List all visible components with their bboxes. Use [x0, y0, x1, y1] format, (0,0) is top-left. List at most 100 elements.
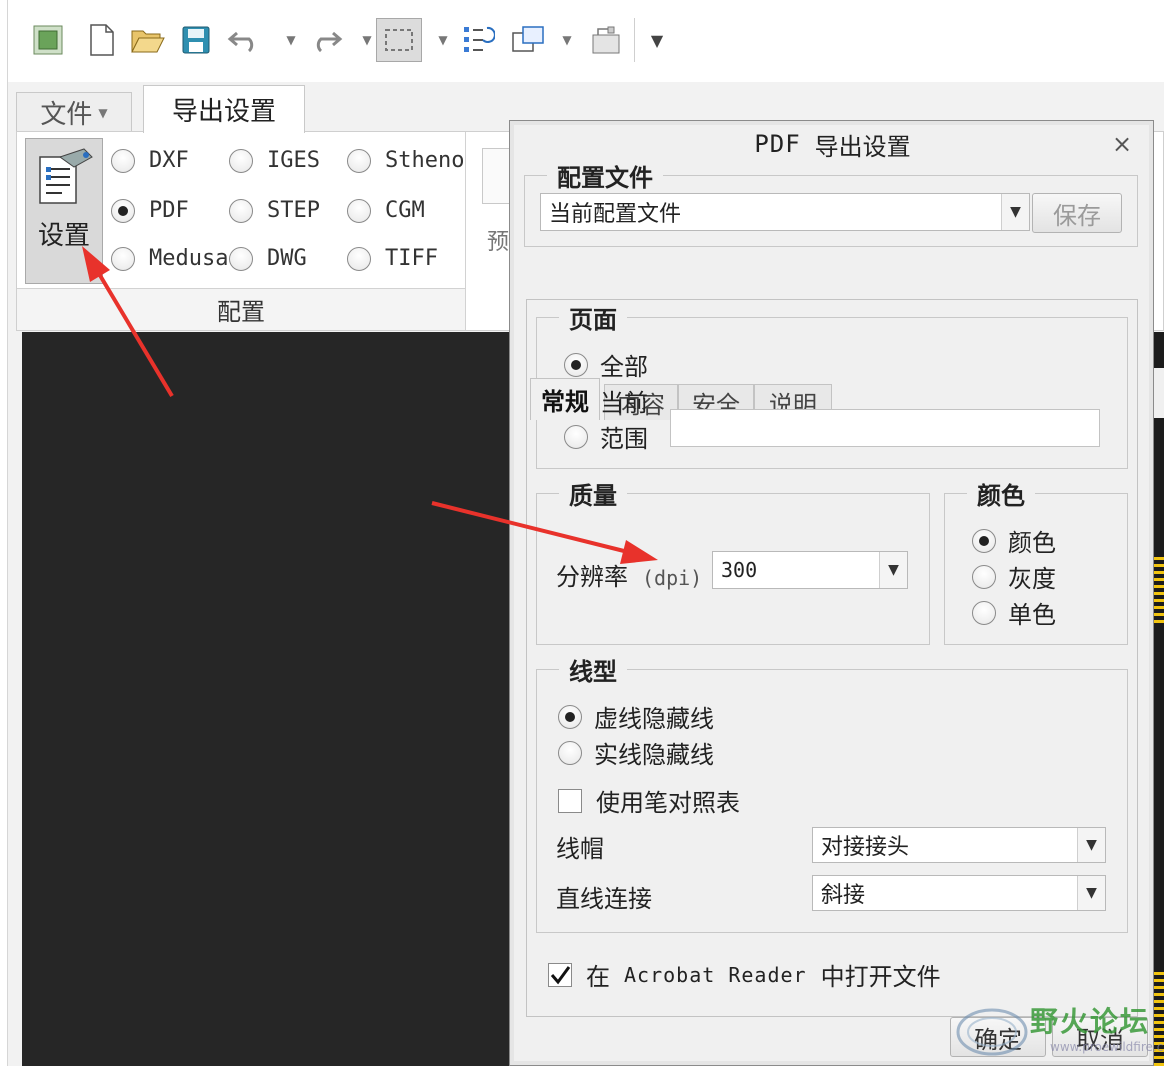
window-switch-icon[interactable]: [510, 18, 546, 62]
format-dxf[interactable]: DXF: [111, 148, 189, 173]
preview-icon[interactable]: [482, 148, 512, 204]
format-cgm[interactable]: CGM: [347, 198, 425, 223]
reader-app-name: Acrobat Reader: [624, 962, 807, 987]
quality-group-title: 质量: [559, 476, 627, 511]
ribbon-group-separator: [465, 132, 466, 330]
redo-dropdown-icon[interactable]: ▼: [360, 18, 374, 62]
line-join-value: 斜接: [821, 883, 866, 908]
new-file-icon[interactable]: [84, 18, 120, 62]
close-icon[interactable]: ×: [1107, 129, 1137, 159]
line-cap-label: 线帽: [556, 835, 604, 863]
radio-selected-icon: [972, 528, 996, 553]
format-tiff[interactable]: TIFF: [347, 246, 438, 271]
radio-icon: [564, 424, 588, 449]
pen-table-checkbox[interactable]: 使用笔对照表: [558, 783, 740, 818]
option-label: 当前: [600, 389, 648, 417]
settings-button[interactable]: 设置: [25, 138, 103, 284]
toolbar-separator: [634, 18, 635, 62]
dashed-hidden-radio[interactable]: 虚线隐藏线: [558, 699, 714, 734]
chevron-down-icon[interactable]: ▼: [879, 552, 907, 588]
tab-export-settings[interactable]: 导出设置: [143, 85, 305, 133]
ribbon-group-label: 配置: [17, 288, 465, 330]
window-edge: [0, 0, 8, 1066]
color-group-title: 颜色: [967, 476, 1035, 511]
format-pdf[interactable]: PDF: [111, 198, 189, 223]
dpi-select[interactable]: 300 ▼: [712, 551, 908, 589]
redo-icon[interactable]: [308, 18, 344, 62]
color-mono-radio[interactable]: 单色: [972, 595, 1056, 630]
option-label: 实线隐藏线: [594, 741, 714, 769]
option-label: 单色: [1008, 601, 1056, 629]
radio-icon: [229, 198, 253, 223]
radio-icon: [558, 740, 582, 765]
pages-group-title: 页面: [559, 300, 627, 335]
resolution-label: 分辨率 (dpi): [556, 557, 702, 592]
radio-selected-icon: [111, 198, 135, 223]
line-cap-select[interactable]: 对接接头 ▼: [812, 827, 1106, 863]
resolution-text: 分辨率: [556, 563, 628, 591]
settings-icon: [39, 148, 93, 204]
format-medusa[interactable]: Medusa: [111, 246, 228, 271]
watermark-logo-icon: [956, 1008, 1028, 1056]
line-join-select[interactable]: 斜接 ▼: [812, 875, 1106, 911]
radio-icon: [229, 148, 253, 173]
chevron-down-icon[interactable]: ▼: [1001, 194, 1029, 230]
more-icon[interactable]: ▼: [650, 18, 664, 62]
pdf-export-dialog: PDF 导出设置 × 配置文件 当前配置文件 ▼ 保存 常规 内容 安全 说明 …: [509, 120, 1154, 1066]
chevron-down-icon[interactable]: ▼: [1077, 828, 1105, 862]
option-label: 全部: [600, 353, 648, 381]
tab-file-label: 文件: [40, 100, 93, 130]
format-iges[interactable]: IGES: [229, 148, 320, 173]
settings-label: 设置: [37, 221, 90, 251]
option-label: 灰度: [1008, 565, 1056, 593]
profile-value: 当前配置文件: [549, 202, 682, 227]
format-label: CGM: [385, 198, 425, 223]
undo-icon[interactable]: [226, 18, 262, 62]
format-dwg[interactable]: DWG: [229, 246, 307, 271]
tab-general[interactable]: 常规: [530, 378, 600, 420]
tab-file[interactable]: 文件 ▼: [16, 92, 132, 132]
regenerate-icon[interactable]: [460, 18, 496, 62]
radio-icon: [111, 148, 135, 173]
format-label: DXF: [149, 148, 189, 173]
open-folder-icon[interactable]: [130, 18, 166, 62]
dpi-value: 300: [721, 558, 758, 582]
checkmark-icon: [548, 962, 572, 987]
pages-range-radio[interactable]: 范围: [564, 419, 648, 454]
format-step[interactable]: STEP: [229, 198, 320, 223]
profile-select[interactable]: 当前配置文件 ▼: [540, 193, 1030, 231]
radio-selected-icon: [564, 352, 588, 377]
undo-dropdown-icon[interactable]: ▼: [284, 18, 298, 62]
option-label: 使用笔对照表: [596, 789, 740, 817]
solid-hidden-radio[interactable]: 实线隐藏线: [558, 735, 714, 770]
select-dropdown-icon[interactable]: ▼: [436, 18, 450, 62]
pages-all-radio[interactable]: 全部: [564, 347, 648, 382]
format-label: IGES: [267, 148, 320, 173]
chevron-down-icon[interactable]: ▼: [1077, 876, 1105, 910]
watermark: 野火论坛 www.proewildfire.cn: [952, 998, 1164, 1066]
save-profile-label: 保存: [1053, 201, 1101, 230]
format-stheno[interactable]: Stheno: [347, 148, 464, 173]
window-icon[interactable]: [30, 18, 66, 62]
dialog-title-prefix: PDF: [754, 130, 801, 158]
color-grayscale-radio[interactable]: 灰度: [972, 559, 1056, 594]
dialog-title: 导出设置: [814, 132, 911, 161]
watermark-text: 野火论坛: [1030, 1005, 1151, 1038]
radio-icon: [111, 246, 135, 271]
tab-export-label: 导出设置: [171, 97, 276, 127]
format-label: STEP: [267, 198, 320, 223]
close-window-icon[interactable]: [588, 18, 624, 62]
color-color-radio[interactable]: 颜色: [972, 523, 1056, 558]
radio-selected-icon: [558, 704, 582, 729]
quick-access-toolbar: ▼ ▼ ▼ ▼ ▼: [8, 0, 1164, 82]
save-profile-button[interactable]: 保存: [1032, 193, 1122, 233]
radio-icon: [229, 246, 253, 271]
select-box-icon[interactable]: [376, 18, 422, 62]
save-icon[interactable]: [178, 18, 214, 62]
radio-icon: [972, 564, 996, 589]
page-range-input[interactable]: [670, 409, 1100, 447]
option-label: 范围: [600, 425, 648, 453]
linetype-group-title: 线型: [559, 652, 627, 687]
window-dropdown-icon[interactable]: ▼: [560, 18, 574, 62]
open-in-reader-checkbox[interactable]: 在 Acrobat Reader 中打开文件: [548, 957, 941, 992]
